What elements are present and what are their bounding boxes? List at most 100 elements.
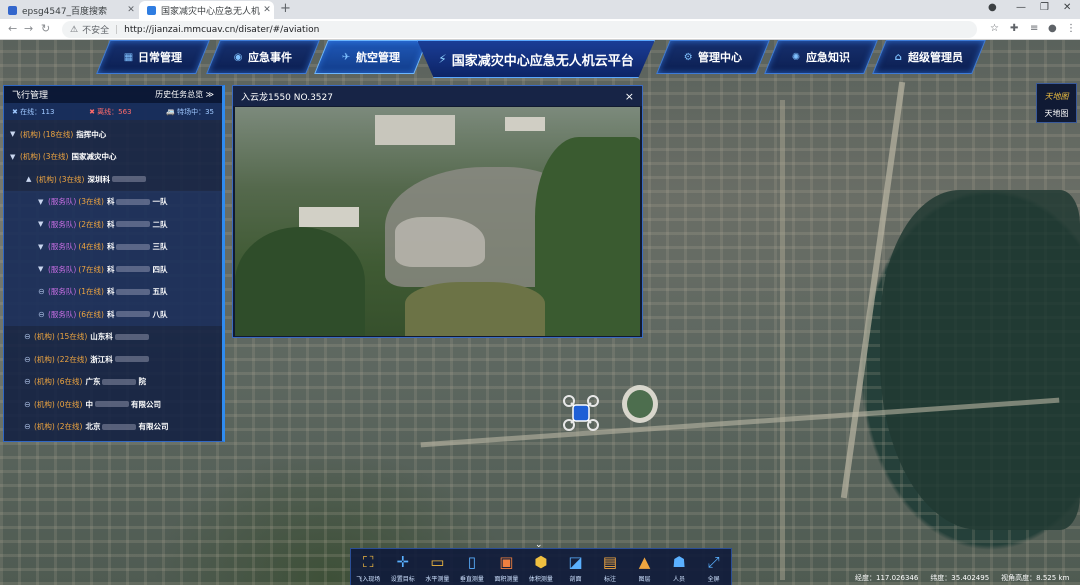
target-icon: ✛ [396,553,410,571]
minimize-icon[interactable]: — [1016,2,1026,13]
nav-daily-management[interactable]: ▦ 日常管理 [96,40,210,74]
tree-row[interactable]: ▼ (服务队) (2在线) 科 二队 [4,213,222,236]
browser-tab-active[interactable]: 国家减灾中心应急无人机云平 ✕ [139,1,274,19]
nav-aviation-management[interactable]: ✈ 航空管理 [314,40,428,74]
tool-target[interactable]: ✛ 设置目标 [388,553,418,583]
tool-label: 人员 [673,576,686,583]
tab-title: epsg4547_百度搜索 [22,6,108,17]
collapse-circle-icon[interactable]: ⊖ [24,355,34,364]
collapse-circle-icon[interactable]: ⊖ [24,400,34,409]
node-name: 深圳科 [87,174,110,184]
caret-down-icon[interactable]: ▼ [10,130,20,138]
browser-tab[interactable]: epsg4547_百度搜索 ✕ [0,1,138,19]
maximize-icon[interactable]: ❐ [1040,2,1049,13]
redacted-text [116,243,151,250]
node-name-tail: 院 [138,377,146,387]
tree-row[interactable]: ⊖ (机构) (22在线) 浙江科 [4,348,222,371]
tree-row[interactable]: ⊖ (服务队) (1在线) 科 五队 [4,280,222,303]
baidu-icon [8,5,17,15]
drone-marker-icon[interactable] [561,393,601,433]
nav-emergency-knowledge[interactable]: ✺ 应急知识 [764,40,878,74]
account-icon[interactable]: ● [1048,23,1057,34]
tool-label: 剖面 [569,576,582,583]
nav-super-admin[interactable]: ⌂ 超级管理员 [872,40,986,74]
node-name: 科 [106,287,115,297]
media-icon[interactable]: ≡ [1030,23,1038,34]
scene-ground [405,282,545,336]
bottom-toolbar: ⛶ 飞入现场 ✛ 设置目标 ▭ 水平测量 ▯ 垂直测量 ▣ 面积测量 ⬢ 体积测量 ◪ 剖面 ▤ 标注 ▲ 图层 ☗… [350,548,732,585]
tool-person[interactable]: ☗ 人员 [664,553,694,583]
browser-tab-bar: epsg4547_百度搜索 ✕ 国家减灾中心应急无人机云平 ✕ + ● — ❐ … [0,0,1080,19]
tool-label: 全屏 [707,576,720,583]
tool-volume[interactable]: ⬢ 体积测量 [526,553,556,583]
tianditu-toggle[interactable]: 天地图 天地图 [1036,83,1077,123]
url-separator: | [115,24,119,35]
tree-row[interactable]: ⊖ (机构) (15在线) 山东科 [4,326,222,349]
tool-fly[interactable]: ⛶ 飞入现场 [353,553,383,583]
tree-row[interactable]: ▼ (服务队) (3在线) 科 一队 [4,190,222,213]
tree-row[interactable]: ▼ (服务队) (4在线) 科 三队 [4,235,222,258]
caret-down-icon[interactable]: ▼ [38,265,48,273]
node-type: (服务队) [48,242,77,252]
tree-row[interactable]: ⊖ (机构) (2在线) 北京 有限公司 [4,416,222,439]
tree-row[interactable]: ⊖ (服务队) (6在线) 科 八队 [4,303,222,326]
tree-row[interactable]: ▲ (机构) (3在线) 深圳科 [4,168,222,191]
tool-bookmark[interactable]: ▤ 标注 [595,553,625,583]
collapse-circle-icon[interactable]: ⊖ [38,310,48,319]
profile-icon[interactable]: ● [988,2,997,13]
close-window-icon[interactable]: ✕ [1063,2,1071,13]
tool-label: 标注 [603,576,616,583]
back-icon[interactable]: ← [8,22,17,35]
node-name: 中 [85,399,93,409]
tool-vertical-ruler[interactable]: ▯ 垂直测量 [457,553,487,583]
node-name: 广东 [85,377,101,387]
node-name-tail: 四队 [152,264,168,274]
close-icon[interactable]: ✕ [124,5,138,15]
redacted-text [102,423,137,430]
node-name: 国家减灾中心 [71,152,117,162]
tree-row[interactable]: ▼ (机构) (3在线) 国家减灾中心 [4,146,222,169]
caret-down-icon[interactable]: ▼ [38,220,48,228]
extension-icon[interactable]: ✚ [1010,23,1018,34]
nav-management-center[interactable]: ⚙ 管理中心 [656,40,770,74]
scene-trees [235,227,365,336]
history-tasks-link[interactable]: 历史任务总览 ≫ [155,89,214,100]
online-count: (2在线) [56,422,83,432]
node-type: (机构) [34,377,55,387]
fullscreen-icon: ⤢ [707,553,720,571]
flight-management-panel: 飞行管理 历史任务总览 ≫ ✖ 在线：113 ✖ 离线：563 🚐 特场中：35… [3,85,225,442]
online-count: (22在线) [56,354,88,364]
tool-label: 飞入现场 [356,576,381,583]
forward-icon[interactable]: → [24,22,33,35]
collapse-circle-icon[interactable]: ⊖ [24,422,34,431]
collapse-circle-icon[interactable]: ⊖ [24,377,34,386]
url-input[interactable]: ⚠ 不安全 | http://jianzai.mmcuav.cn/disater… [62,21,977,38]
online-count: (6在线) [56,377,83,387]
drone-icon: ✖ [89,107,98,116]
collapse-circle-icon[interactable]: ⊖ [38,287,48,296]
redacted-text [94,401,129,408]
tool-area[interactable]: ▣ 面积测量 [491,553,521,583]
caret-down-icon[interactable]: ▼ [10,153,20,161]
reload-icon[interactable]: ↻ [41,22,50,35]
nav-emergency-events[interactable]: ◉ 应急事件 [206,40,320,74]
caret-down-icon[interactable]: ▼ [38,198,48,206]
caret-down-icon[interactable]: ▼ [38,243,48,251]
tool-label: 设置目标 [390,576,415,583]
tool-fullscreen[interactable]: ⤢ 全屏 [699,553,729,583]
close-icon[interactable]: ✕ [260,5,274,15]
menu-icon[interactable]: ⋮ [1066,23,1076,34]
tree-row[interactable]: ▼ (服务队) (7在线) 科 四队 [4,258,222,281]
tree-row[interactable]: ⊖ (机构) (6在线) 广东 院 [4,371,222,394]
tool-ruler[interactable]: ▭ 水平测量 [422,553,452,583]
tool-section[interactable]: ◪ 剖面 [560,553,590,583]
collapse-circle-icon[interactable]: ⊖ [24,332,34,341]
close-icon[interactable]: × [625,90,634,103]
address-bar: ← → ↻ ⚠ 不安全 | http://jianzai.mmcuav.cn/d… [0,19,1080,40]
new-tab-icon[interactable]: + [280,1,291,16]
tree-row[interactable]: ▼ (机构) (18在线) 指挥中心 [4,123,222,146]
star-icon[interactable]: ☆ [990,23,999,34]
caret-up-icon[interactable]: ▲ [26,175,36,183]
tool-layer[interactable]: ▲ 图层 [630,553,660,583]
tree-row[interactable]: ⊖ (机构) (0在线) 中 有限公司 [4,393,222,416]
